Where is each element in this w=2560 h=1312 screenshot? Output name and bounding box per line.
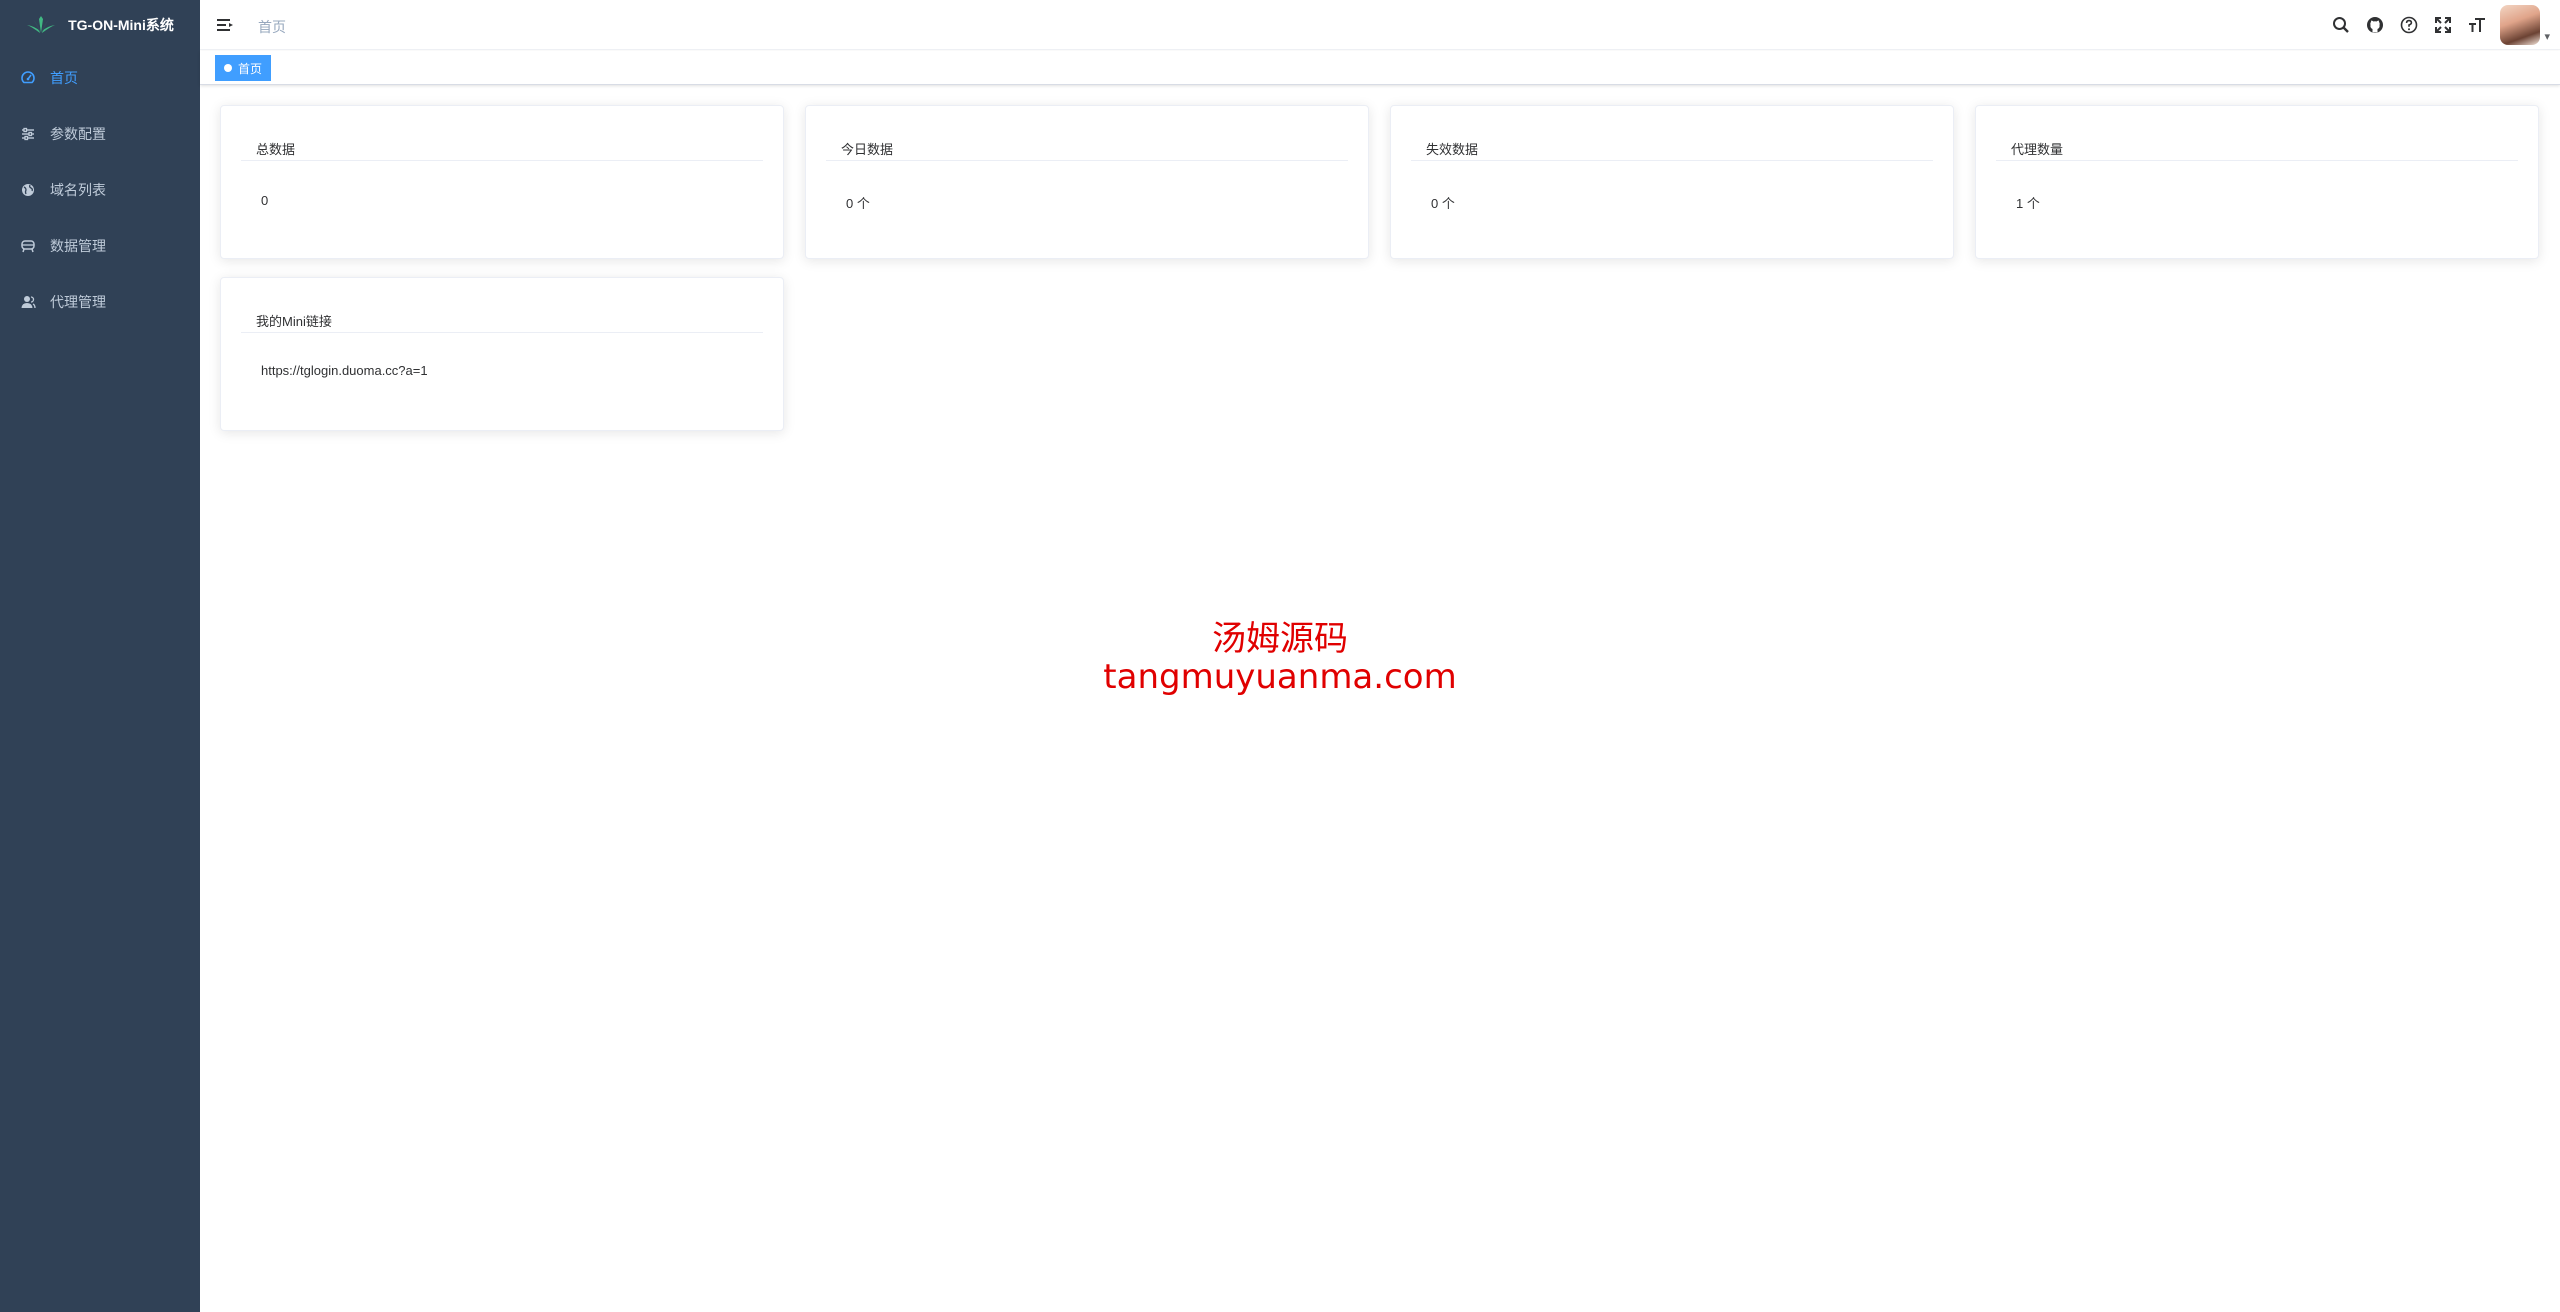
- tag-home[interactable]: 首页: [215, 55, 272, 81]
- watermark: 汤姆源码 tangmuyuanma.com: [1000, 620, 1560, 696]
- database-icon: [20, 238, 36, 254]
- logo-icon: [27, 16, 56, 33]
- card-title: 失效数据: [1411, 131, 1933, 161]
- card-value: 0 个: [846, 196, 870, 211]
- navbar: 首页 ▾: [200, 0, 2560, 50]
- mini-link-url[interactable]: https://tglogin.duoma.cc?a=1: [261, 363, 428, 378]
- sliders-icon: [20, 126, 36, 142]
- sidebar-item-domains[interactable]: 域名列表: [0, 162, 200, 218]
- user-icon: [20, 294, 36, 310]
- app-title: TG-ON-Mini系统: [68, 17, 174, 33]
- avatar-dropdown[interactable]: ▾: [2500, 5, 2550, 45]
- card-total-data: 总数据 0: [220, 105, 784, 259]
- card-mini-link: 我的Mini链接 https://tglogin.duoma.cc?a=1: [220, 277, 784, 431]
- card-value: 0 个: [1431, 196, 1455, 211]
- tag-dot: [224, 64, 232, 72]
- search-icon[interactable]: [2324, 0, 2358, 50]
- card-title: 代理数量: [1996, 131, 2518, 161]
- sidebar-item-label: 数据管理: [50, 238, 106, 254]
- card-value: 1 个: [2016, 196, 2040, 211]
- sidebar: TG-ON-Mini系统 首页 参数配置 域名列表 数据管理 代理管理: [0, 0, 200, 1312]
- card-title: 我的Mini链接: [241, 303, 763, 333]
- avatar[interactable]: [2500, 5, 2541, 45]
- help-icon[interactable]: [2392, 0, 2426, 50]
- card-value: 0: [261, 193, 269, 208]
- card-today-data: 今日数据 0 个: [805, 105, 1369, 259]
- sidebar-item-params[interactable]: 参数配置: [0, 106, 200, 162]
- sidebar-menu: 首页 参数配置 域名列表 数据管理 代理管理: [0, 50, 200, 330]
- caret-down-icon: ▾: [2544, 31, 2550, 43]
- card-title: 总数据: [241, 131, 763, 161]
- hamburger-icon[interactable]: [215, 15, 235, 35]
- sidebar-item-home[interactable]: 首页: [0, 50, 200, 106]
- app-root: TG-ON-Mini系统 首页 参数配置 域名列表 数据管理 代理管理 首页 ▾…: [0, 0, 2560, 1312]
- tags-view: 首页: [200, 51, 2560, 85]
- github-icon[interactable]: [2358, 0, 2392, 50]
- fullscreen-icon[interactable]: [2426, 0, 2460, 50]
- sidebar-item-label: 代理管理: [50, 294, 106, 310]
- sidebar-item-agents[interactable]: 代理管理: [0, 274, 200, 330]
- card-agent-count: 代理数量 1 个: [1975, 105, 2539, 259]
- main-content: 总数据 0 今日数据 0 个 失效数据 0 个 代理数量 1 个 我的Mini链…: [200, 85, 2560, 1312]
- sidebar-item-data[interactable]: 数据管理: [0, 218, 200, 274]
- watermark-line1: 汤姆源码: [1212, 619, 1348, 659]
- dashboard-icon: [20, 70, 36, 86]
- globe-icon: [20, 182, 36, 198]
- sidebar-item-label: 首页: [50, 70, 78, 86]
- card-invalid-data: 失效数据 0 个: [1390, 105, 1954, 259]
- sidebar-item-label: 参数配置: [50, 126, 106, 142]
- font-size-icon[interactable]: [2460, 0, 2494, 50]
- watermark-line2: tangmuyuanma.com: [1103, 657, 1457, 697]
- sidebar-item-label: 域名列表: [50, 182, 106, 198]
- right-menu: ▾: [2324, 0, 2550, 50]
- logo[interactable]: TG-ON-Mini系统: [0, 0, 200, 50]
- card-title: 今日数据: [826, 131, 1348, 161]
- tag-label: 首页: [238, 61, 263, 76]
- breadcrumb[interactable]: 首页: [258, 17, 286, 37]
